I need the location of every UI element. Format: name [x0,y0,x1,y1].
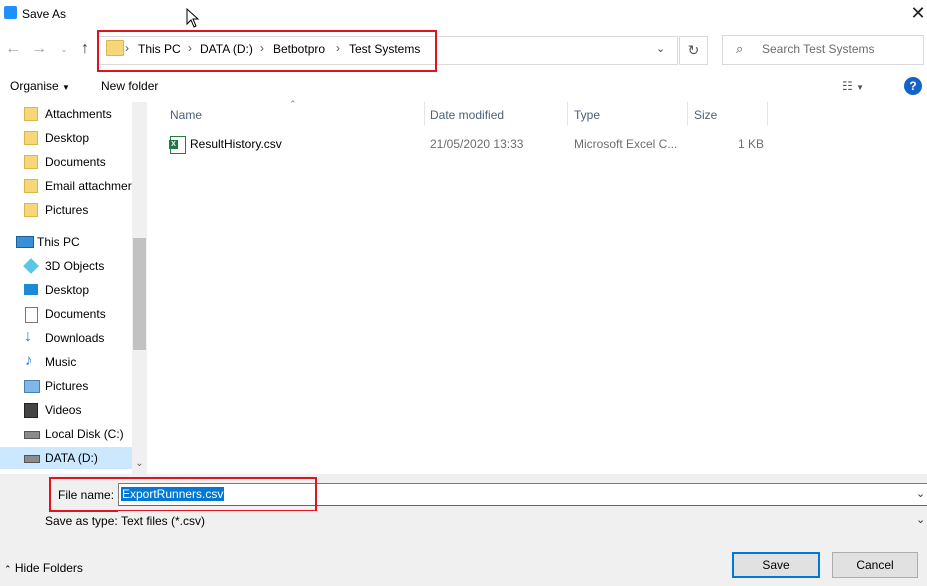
drive-icon [24,455,40,463]
sidebar-item-email-attachments[interactable]: Email attachmer [0,175,132,197]
sidebar-scroll-thumb[interactable] [133,238,146,350]
sidebar-item-label: 3D Objects [45,259,105,273]
sidebar-item-label: This PC [37,235,80,249]
mouse-cursor-icon [186,7,200,31]
column-divider[interactable] [687,102,688,126]
sidebar-item-3d-objects[interactable]: 3D Objects [0,255,132,277]
forward-arrow-icon[interactable]: → [30,40,48,58]
sidebar-item-label: Email attachmer [45,179,132,193]
window-title: Save As [22,7,67,21]
cancel-button[interactable]: Cancel [832,552,918,578]
file-size: 1 KB [738,137,765,151]
new-folder-button[interactable]: New folder [101,79,158,93]
refresh-icon[interactable]: ↻ [679,36,708,65]
sidebar-item-music[interactable]: ♪ Music [0,351,132,373]
file-type: Microsoft Excel C... [574,137,678,151]
sidebar-item-label: Attachments [45,107,112,121]
sidebar-item-label: Videos [45,403,82,417]
sidebar-item-videos[interactable]: Videos [0,399,132,421]
sidebar-item-label: Music [45,355,77,369]
view-options-icon[interactable]: ☷ ▼ [842,79,864,93]
sidebar-item-label: Pictures [45,203,89,217]
picture-icon [24,380,40,393]
sidebar-item-label: Desktop [45,283,90,297]
savetype-dropdown-chevron-icon[interactable]: ⌄ [916,513,925,526]
download-icon: ↓ [24,328,32,345]
sidebar-item-local-disk-c[interactable]: Local Disk (C:) [0,423,132,445]
sidebar-item-label: Documents [45,307,106,321]
sidebar-item-documents[interactable]: Documents [0,151,132,173]
help-icon[interactable]: ? [904,77,922,95]
sidebar-item-pictures[interactable]: Pictures [0,199,132,221]
organise-button[interactable]: Organise ▼ [10,79,70,93]
desktop-icon [24,284,38,295]
scroll-down-arrow-icon[interactable]: ⌄ [133,458,146,470]
file-date: 21/05/2020 13:33 [430,137,524,151]
column-divider[interactable] [424,102,425,126]
sidebar-item-label: Documents [45,155,106,169]
hide-folders-button[interactable]: ⌃ Hide Folders [4,561,83,575]
savetype-select[interactable] [118,511,926,531]
folder-icon [24,131,38,145]
folder-icon [24,155,38,169]
search-icon: ⌕ [736,41,744,56]
video-icon [24,403,38,418]
music-icon: ♪ [25,352,33,369]
sidebar-item-documents-pc[interactable]: Documents [0,303,132,325]
computer-icon [16,236,34,248]
recent-locations-chevron-icon[interactable]: ⌄ [55,40,73,58]
highlight-box [49,477,317,512]
sidebar-item-label: Downloads [45,331,105,345]
savetype-value: Text files (*.csv) [121,514,206,528]
sidebar-item-this-pc[interactable]: This PC [0,231,132,253]
column-header-name[interactable]: Name [170,108,202,122]
sidebar-item-label: DATA (D:) [45,451,98,465]
hide-folders-label: Hide Folders [14,561,83,575]
column-header-type[interactable]: Type [574,108,600,122]
sidebar-item-attachments[interactable]: Attachments [0,103,132,125]
sidebar-item-label: Pictures [45,379,89,393]
sidebar-item-label: Local Disk (C:) [45,427,124,441]
search-placeholder: Search Test Systems [762,42,875,56]
save-button[interactable]: Save [732,552,820,578]
folder-icon [24,179,38,193]
sidebar-item-desktop[interactable]: Desktop [0,127,132,149]
up-arrow-icon[interactable]: ↑ [76,40,94,58]
column-divider[interactable] [567,102,568,126]
drive-icon [24,431,40,439]
chevron-up-icon: ⌃ [4,564,12,574]
savetype-label: Save as type: [45,514,118,528]
highlight-box [97,30,437,72]
column-divider[interactable] [767,102,768,126]
sidebar-item-desktop-pc[interactable]: Desktop [0,279,132,301]
filename-dropdown-chevron-icon[interactable]: ⌄ [916,487,925,500]
sidebar-item-data-d[interactable]: DATA (D:) [0,447,132,469]
file-name: ResultHistory.csv [190,137,282,151]
dropdown-caret-icon: ▼ [62,83,70,92]
document-icon [25,307,38,323]
sidebar-item-label: Desktop [45,131,90,145]
back-arrow-icon[interactable]: ← [4,40,22,58]
folder-icon [24,203,38,217]
folder-icon [24,107,38,121]
cube-icon [23,258,39,274]
sidebar-item-pictures-pc[interactable]: Pictures [0,375,132,397]
sidebar-item-downloads[interactable]: ↓ Downloads [0,327,132,349]
title-bar [0,0,927,30]
organise-label: Organise [10,79,59,93]
close-icon[interactable]: ✕ [908,4,927,24]
excel-file-icon: X [169,136,186,154]
app-icon [4,6,17,19]
column-header-size[interactable]: Size [694,108,717,122]
address-dropdown-chevron-icon[interactable]: ⌄ [656,42,665,55]
sort-ascending-icon: ⌃ [289,99,297,109]
column-header-date[interactable]: Date modified [430,108,504,122]
